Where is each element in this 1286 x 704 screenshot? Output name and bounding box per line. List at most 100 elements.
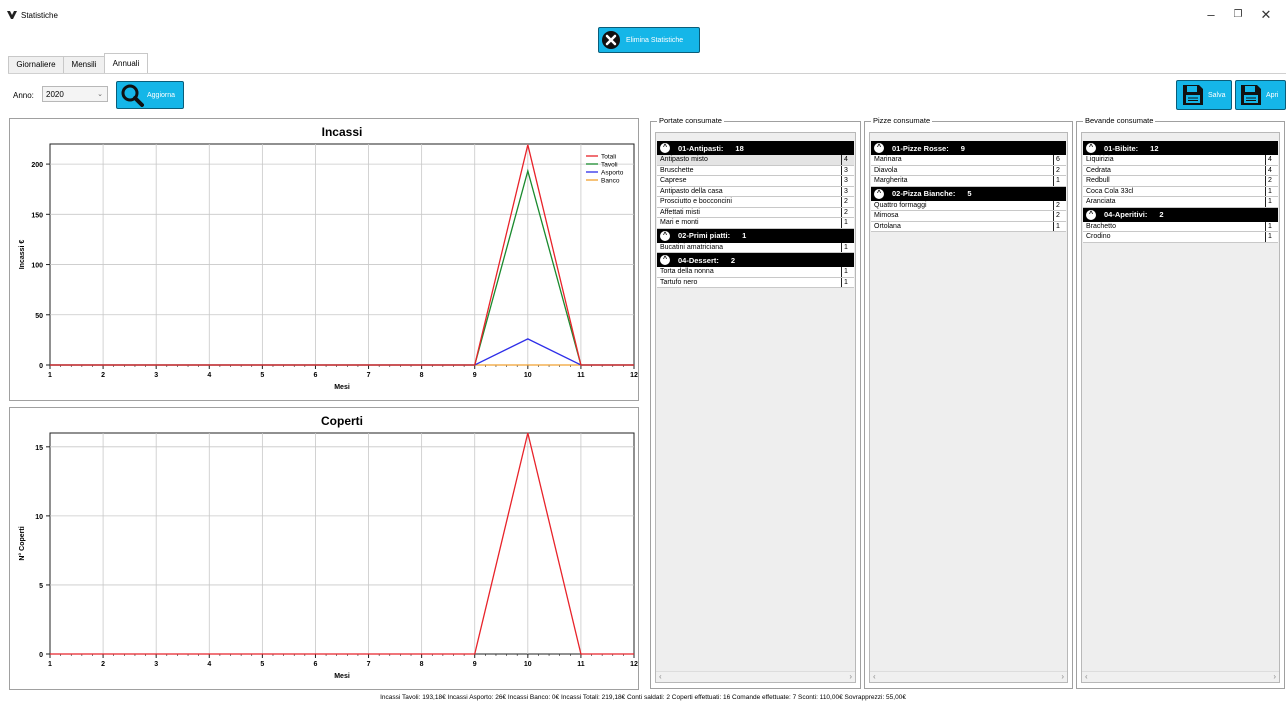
close-button[interactable]: ✕ <box>1255 6 1277 24</box>
item-qty: 4 <box>1268 156 1272 163</box>
minimize-button[interactable]: – <box>1200 6 1222 24</box>
pizze-hscrollbar[interactable]: ‹ › <box>870 671 1067 682</box>
app-logo-icon <box>7 11 17 19</box>
year-label: Anno: <box>13 91 34 100</box>
list-item[interactable]: Redbull 2 <box>1083 176 1278 187</box>
scroll-right-icon[interactable]: › <box>1061 672 1064 681</box>
bevande-list[interactable]: ^ 01-Bibite: 12 Liquirizia 4 Cedrata 4 Redbull 2… <box>1081 132 1280 683</box>
x-tick-label: 1 <box>48 372 52 379</box>
list-item[interactable]: Mari e monti 1 <box>657 218 854 229</box>
search-icon <box>121 84 144 107</box>
x-tick-label: 7 <box>367 372 371 379</box>
legend-label: Banco <box>601 178 620 185</box>
category-header[interactable]: ^ 01-Bibite: 12 <box>1083 141 1278 155</box>
category-count: 1 <box>742 231 747 240</box>
x-axis-label: Mesi <box>334 673 350 680</box>
category-header[interactable]: ^ 04-Aperitivi: 2 <box>1083 207 1278 222</box>
item-qty: 1 <box>1056 177 1060 184</box>
pizze-group: Pizze consumate ^ 01-Pizze Rosse: 9 Marinar… <box>864 116 1073 689</box>
x-tick-label: 4 <box>207 661 211 668</box>
chevron-up-icon[interactable]: ^ <box>1086 143 1096 153</box>
year-select[interactable]: 2020 ⌄ <box>42 86 108 102</box>
refresh-label: Aggiorna <box>147 91 176 99</box>
list-item[interactable]: Aranciata 1 <box>1083 197 1278 208</box>
list-item[interactable]: Crodino 1 <box>1083 232 1278 243</box>
scroll-right-icon[interactable]: › <box>849 672 852 681</box>
scroll-left-icon[interactable]: ‹ <box>1085 672 1088 681</box>
list-item[interactable]: Tartufo nero 1 <box>657 277 854 288</box>
list-item[interactable]: Diavola 2 <box>871 165 1066 176</box>
item-qty: 1 <box>844 243 848 251</box>
category-header[interactable]: ^ 02-Primi piatti: 1 <box>657 228 854 243</box>
tab-annuali[interactable]: Annuali <box>104 53 148 74</box>
tab-giornaliere[interactable]: Giornaliere <box>8 56 64 74</box>
item-qty: 6 <box>1056 156 1060 163</box>
save-button[interactable]: Salva <box>1176 80 1232 110</box>
list-item[interactable]: Quattro formaggi 2 <box>871 200 1066 211</box>
list-item[interactable]: Torta della nonna 1 <box>657 267 854 278</box>
x-tick-label: 5 <box>260 661 264 668</box>
incassi-chart: Incassi1 2 3 4 5 6 7 8 9 10 11 12050100150200MesiIn… <box>19 125 638 391</box>
item-name: Mari e monti <box>657 218 842 228</box>
bevande-hscrollbar[interactable]: ‹ › <box>1082 671 1279 682</box>
chevron-up-icon[interactable]: ^ <box>660 230 670 241</box>
x-tick-label: 11 <box>577 661 585 668</box>
status-bar: Incassi Tavoli: 193,18€ Incassi Asporto:… <box>380 694 906 701</box>
coperti-chart-panel: Coperti 1 2 3 4 5 6 7 8 9 10 11 12 0 5 10 15 Mesi N° Coper… <box>9 407 639 690</box>
category-name: 02-Pizza Bianche: <box>892 189 956 198</box>
portate-hscrollbar[interactable]: ‹ › <box>656 671 855 682</box>
list-item[interactable]: Brachetto 1 <box>1083 221 1278 232</box>
list-item[interactable]: Marinara 6 <box>871 155 1066 166</box>
category-name: 01-Pizze Rosse: <box>892 143 949 153</box>
list-item[interactable]: Margherita 1 <box>871 176 1066 187</box>
refresh-button[interactable]: Aggiorna <box>116 81 184 109</box>
item-qty: 2 <box>844 208 848 216</box>
item-name: Bucatini amatriciana <box>657 242 842 252</box>
list-item[interactable]: Affettati misti 2 <box>657 207 854 218</box>
category-header[interactable]: ^ 02-Pizza Bianche: 5 <box>871 186 1066 201</box>
chevron-up-icon[interactable]: ^ <box>1086 209 1096 220</box>
item-qty: 3 <box>844 166 848 174</box>
x-tick-label: 10 <box>524 661 532 668</box>
maximize-button[interactable]: ❐ <box>1227 6 1249 24</box>
y-tick-label: 15 <box>35 445 43 452</box>
scroll-left-icon[interactable]: ‹ <box>659 672 662 681</box>
chevron-up-icon[interactable]: ^ <box>874 143 884 153</box>
list-item[interactable]: Caprese 3 <box>657 176 854 187</box>
item-qty: 1 <box>1056 222 1060 230</box>
pizze-list[interactable]: ^ 01-Pizze Rosse: 9 Marinara 6 Diavola 2 Marghe… <box>869 132 1068 683</box>
x-tick-label: 9 <box>473 372 477 379</box>
list-item[interactable]: Antipasto misto 4 <box>657 155 854 166</box>
scroll-right-icon[interactable]: › <box>1273 672 1276 681</box>
list-item[interactable]: Bruschette 3 <box>657 165 854 176</box>
scroll-left-icon[interactable]: ‹ <box>873 672 876 681</box>
list-item[interactable]: Cedrata 4 <box>1083 165 1278 176</box>
list-item[interactable]: Prosciutto e bocconcini 2 <box>657 197 854 208</box>
category-name: 02-Primi piatti: <box>678 231 731 240</box>
list-item[interactable]: Liquirizia 4 <box>1083 155 1278 166</box>
x-tick-label: 6 <box>314 372 318 379</box>
x-tick-label: 2 <box>101 661 105 668</box>
category-header[interactable]: ^ 01-Antipasti: 18 <box>657 141 854 155</box>
delete-stats-button[interactable]: Elimina Statistiche <box>598 27 700 53</box>
item-name: Liquirizia <box>1083 155 1266 165</box>
chevron-up-icon[interactable]: ^ <box>660 255 670 265</box>
category-header[interactable]: ^ 01-Pizze Rosse: 9 <box>871 141 1066 155</box>
list-item[interactable]: Mimosa 2 <box>871 211 1066 222</box>
open-button[interactable]: Apri <box>1235 80 1286 110</box>
list-item[interactable]: Bucatini amatriciana 1 <box>657 242 854 253</box>
tab-mensili[interactable]: Mensili <box>63 56 105 74</box>
x-tick-label: 3 <box>154 372 158 379</box>
y-tick-label: 150 <box>31 212 43 219</box>
list-item[interactable]: Antipasto della casa 3 <box>657 186 854 197</box>
item-qty: 4 <box>1268 166 1272 174</box>
item-name: Marinara <box>871 155 1054 165</box>
category-header[interactable]: ^ 04-Dessert: 2 <box>657 253 854 267</box>
chevron-up-icon[interactable]: ^ <box>874 188 884 199</box>
chevron-up-icon[interactable]: ^ <box>660 143 670 153</box>
list-item[interactable]: Coca Cola 33cl 1 <box>1083 186 1278 197</box>
legend-label: Tavoli <box>601 162 618 169</box>
list-item[interactable]: Ortolana 1 <box>871 221 1066 232</box>
category-name: 01-Antipasti: <box>678 143 724 153</box>
portate-list[interactable]: ^ 01-Antipasti: 18 Antipasto misto 4 Bruschet… <box>655 132 856 683</box>
